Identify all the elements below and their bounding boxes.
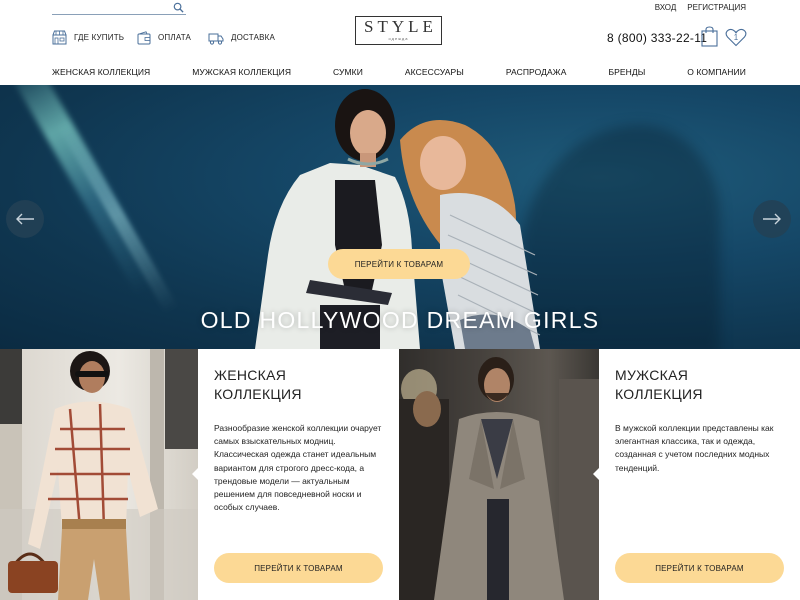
slider-next-button[interactable] <box>753 200 791 238</box>
login-link[interactable]: ВХОД <box>655 3 677 12</box>
men-collection-description: В мужской коллекции представлены как эле… <box>615 423 774 473</box>
register-link[interactable]: РЕГИСТРАЦИЯ <box>687 3 746 12</box>
women-title-line2: КОЛЛЕКЦИЯ <box>214 386 302 402</box>
hero-slider: ПЕРЕЙТИ К ТОВАРАМ OLD HOLLYWOOD DREAM GI… <box>0 85 800 349</box>
nav-item-sale[interactable]: РАСПРОДАЖА <box>506 67 567 77</box>
women-collection-title: ЖЕНСКАЯ КОЛЛЕКЦИЯ <box>214 366 302 404</box>
payment-link[interactable]: ОПЛАТА <box>137 30 208 45</box>
women-collection-card: ЖЕНСКАЯ КОЛЛЕКЦИЯ Разнообразие женской к… <box>192 349 399 600</box>
search-bar <box>52 0 186 15</box>
men-title-line1: МУЖСКАЯ <box>615 367 689 383</box>
wallet-icon <box>137 30 151 44</box>
card-notch <box>192 467 199 481</box>
women-collection-image[interactable] <box>0 349 198 600</box>
shopping-bag-icon[interactable] <box>701 26 718 47</box>
hero-title: OLD HOLLYWOOD DREAM GIRLS <box>200 307 600 333</box>
search-input[interactable] <box>52 0 170 14</box>
nav-item-women[interactable]: ЖЕНСКАЯ КОЛЛЕКЦИЯ <box>52 67 150 77</box>
men-title-line2: КОЛЛЕКЦИЯ <box>615 386 703 402</box>
nav-item-bags[interactable]: СУМКИ <box>333 67 363 77</box>
favorites-count: 1 <box>733 33 739 42</box>
delivery-label: ДОСТАВКА <box>231 33 276 42</box>
auth-links: ВХОД РЕГИСТРАЦИЯ <box>655 3 746 12</box>
arrow-right-icon <box>763 213 781 225</box>
phone-number[interactable]: 8 (800) 333-22-11 <box>607 31 707 45</box>
where-to-buy-label: ГДЕ КУПИТЬ <box>74 33 125 42</box>
search-icon[interactable] <box>173 2 184 13</box>
nav-item-brands[interactable]: БРЕНДЫ <box>608 67 645 77</box>
site-logo[interactable]: STYLE одежда <box>355 16 442 45</box>
where-to-buy-link[interactable]: ГДЕ КУПИТЬ <box>52 30 137 45</box>
card-notch <box>593 467 600 481</box>
men-collection-card: МУЖСКАЯ КОЛЛЕКЦИЯ В мужской коллекции пр… <box>593 349 800 600</box>
men-collection-image[interactable] <box>399 349 599 600</box>
men-model-image <box>399 349 599 600</box>
info-links: ГДЕ КУПИТЬ ОПЛАТА ДОСТАВКА <box>52 30 275 45</box>
hero-cta-button[interactable]: ПЕРЕЙТИ К ТОВАРАМ <box>328 249 470 279</box>
men-collection-button[interactable]: ПЕРЕЙТИ К ТОВАРАМ <box>615 553 784 583</box>
payment-label: ОПЛАТА <box>158 33 192 42</box>
logo-subtitle: одежда <box>388 36 409 41</box>
women-title-line1: ЖЕНСКАЯ <box>214 367 287 383</box>
nav-item-about[interactable]: О КОМПАНИИ <box>687 67 746 77</box>
delivery-truck-icon <box>208 33 224 45</box>
store-icon <box>52 30 67 45</box>
nav-item-accessories[interactable]: АКСЕССУАРЫ <box>405 67 464 77</box>
favorites-button[interactable]: 1 <box>725 28 747 47</box>
delivery-link[interactable]: ДОСТАВКА <box>208 30 275 45</box>
women-collection-button[interactable]: ПЕРЕЙТИ К ТОВАРАМ <box>214 553 383 583</box>
women-model-image <box>0 349 198 600</box>
arrow-left-icon <box>16 213 34 225</box>
nav-item-men[interactable]: МУЖСКАЯ КОЛЛЕКЦИЯ <box>192 67 291 77</box>
men-collection-title: МУЖСКАЯ КОЛЛЕКЦИЯ <box>615 366 703 404</box>
women-collection-description: Разнообразие женской коллекции очарует с… <box>214 423 382 513</box>
slider-prev-button[interactable] <box>6 200 44 238</box>
main-nav: ЖЕНСКАЯ КОЛЛЕКЦИЯ МУЖСКАЯ КОЛЛЕКЦИЯ СУМК… <box>0 58 800 85</box>
logo-text: STYLE <box>364 17 437 36</box>
